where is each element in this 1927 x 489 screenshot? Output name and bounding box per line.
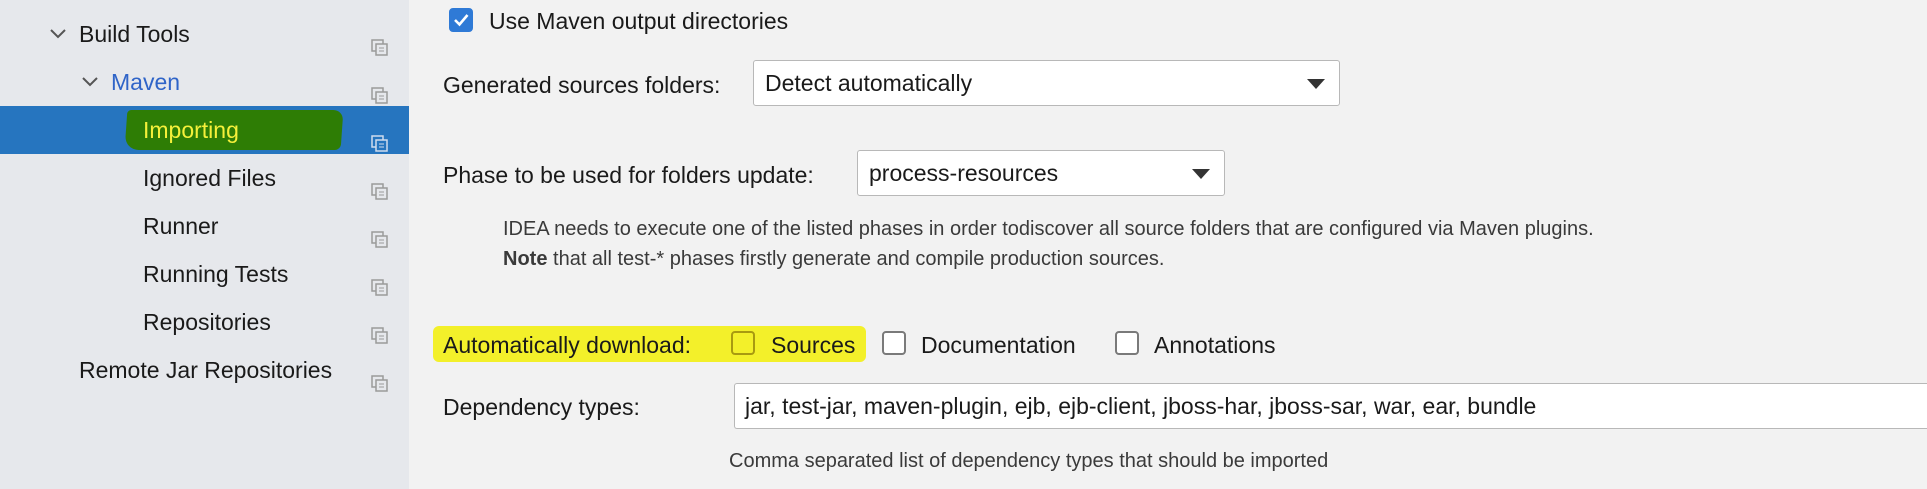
use-output-dirs-checkbox[interactable] <box>449 8 473 32</box>
sidebar-item-running-tests[interactable]: Running Tests <box>0 250 409 298</box>
generated-sources-label: Generated sources folders: <box>443 72 721 98</box>
generated-sources-combo[interactable]: Detect automatically <box>753 60 1340 106</box>
sidebar-item-importing[interactable]: Importing <box>0 106 409 154</box>
phase-value: process-resources <box>869 160 1059 186</box>
copy-settings-icon <box>371 217 389 248</box>
copy-settings-icon <box>371 361 389 392</box>
sidebar-item-remote-jar-repositories[interactable]: Remote Jar Repositories <box>0 346 409 394</box>
dependency-types-help: Comma separated list of dependency types… <box>729 450 1329 472</box>
check-icon <box>454 14 469 27</box>
sidebar-item-maven[interactable]: Maven <box>0 58 409 106</box>
sidebar-item-label: Repositories <box>143 309 271 335</box>
phase-label: Phase to be used for folders update: <box>443 162 814 188</box>
sidebar-item-label: Remote Jar Repositories <box>79 357 333 383</box>
sidebar-item-label: Maven <box>111 69 181 95</box>
copy-settings-icon <box>371 25 389 56</box>
phase-help-line2: Note that all test-* phases firstly gene… <box>503 248 1164 271</box>
copy-settings-icon <box>371 121 389 152</box>
copy-settings-icon <box>371 169 389 200</box>
sidebar-item-ignored-files[interactable]: Ignored Files <box>0 154 409 202</box>
chevron-down-icon <box>1192 169 1210 179</box>
sources-checkbox[interactable] <box>731 331 755 355</box>
note-bold: Note <box>503 248 548 270</box>
sidebar-item-runner[interactable]: Runner <box>0 202 409 250</box>
annotations-label: Annotations <box>1154 332 1276 358</box>
settings-panel: Use Maven output directories Generated s… <box>409 0 1927 489</box>
sidebar-item-label: Build Tools <box>79 21 190 47</box>
documentation-checkbox[interactable] <box>882 331 906 355</box>
dependency-types-label: Dependency types: <box>443 394 640 420</box>
sidebar-item-label: Ignored Files <box>143 165 276 191</box>
sidebar-item-label: Runner <box>143 213 219 239</box>
phase-help-line1: IDEA needs to execute one of the listed … <box>503 218 1594 240</box>
copy-settings-icon <box>371 73 389 104</box>
dependency-types-input[interactable]: jar, test-jar, maven-plugin, ejb, ejb-cl… <box>734 383 1927 429</box>
settings-sidebar: Build Tools Maven Importing Ignored File… <box>0 0 409 489</box>
note-rest: that all test-* phases firstly generate … <box>547 248 1165 270</box>
chevron-down-icon[interactable] <box>46 10 70 58</box>
sidebar-item-label: Importing <box>143 117 239 143</box>
sidebar-item-repositories[interactable]: Repositories <box>0 298 409 346</box>
chevron-down-icon <box>1307 79 1325 89</box>
use-output-dirs-label: Use Maven output directories <box>489 8 789 34</box>
sidebar-item-build-tools[interactable]: Build Tools <box>0 10 409 58</box>
auto-download-label: Automatically download: <box>443 332 692 358</box>
annotations-checkbox[interactable] <box>1115 331 1139 355</box>
generated-sources-value: Detect automatically <box>765 70 973 96</box>
sidebar-item-label: Running Tests <box>143 261 289 287</box>
phase-combo[interactable]: process-resources <box>857 150 1225 196</box>
documentation-label: Documentation <box>921 332 1076 358</box>
chevron-down-icon[interactable] <box>78 58 102 106</box>
sources-label: Sources <box>771 332 856 358</box>
copy-settings-icon <box>371 313 389 344</box>
copy-settings-icon <box>371 265 389 296</box>
